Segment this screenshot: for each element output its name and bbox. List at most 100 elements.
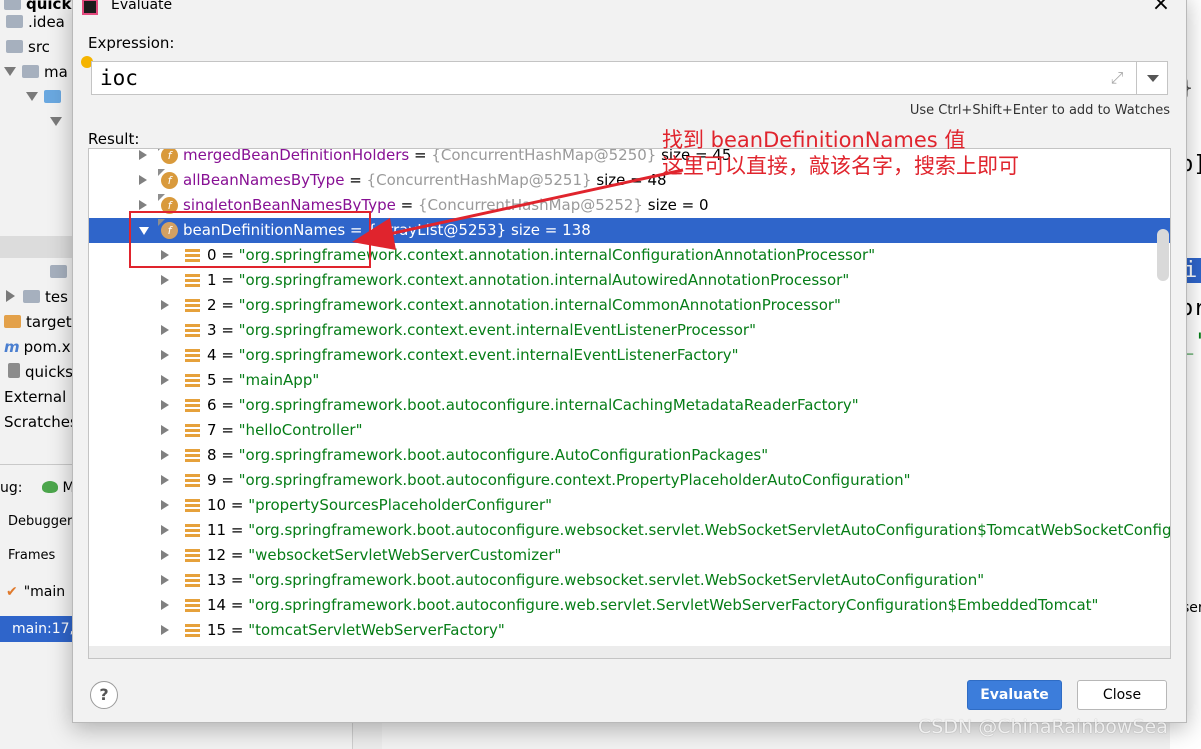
chevron-right-icon[interactable] [139,150,147,160]
chevron-down-icon[interactable] [139,227,149,235]
tree-item-resources[interactable] [50,260,72,285]
vertical-scrollbar-thumb[interactable] [1157,229,1169,281]
chevron-right-icon[interactable] [161,575,169,585]
help-button[interactable]: ? [90,681,118,709]
tree-row-element[interactable]: 13 = "org.springframework.boot.autoconfi… [89,568,1170,593]
element-text: 13 = "org.springframework.boot.autoconfi… [207,571,985,589]
tree-item-scratches[interactable]: Scratches [4,410,78,435]
tree-row-field[interactable]: f beanDefinitionNames = {ArrayList@5253} … [89,218,1170,243]
tree-row-field[interactable]: f singletonBeanNamesByType = {ConcurrentH… [89,193,1170,218]
chevron-right-icon[interactable] [139,175,147,185]
evaluate-button[interactable]: Evaluate [967,680,1062,710]
tree-row-element[interactable]: 5 = "mainApp" [89,368,1170,393]
tree-row-field[interactable]: f mergedBeanDefinitionHolders = {Concurre… [89,148,1170,168]
chevron-right-icon[interactable] [161,525,169,535]
folder-icon [44,90,61,103]
chevron-right-icon[interactable] [161,625,169,635]
element-index: 2 [207,296,217,314]
chevron-right-icon[interactable] [161,325,169,335]
result-label: Result: [88,130,140,148]
tree-item-test[interactable]: tes [6,285,68,310]
tree-row-element[interactable]: 4 = "org.springframework.context.event.i… [89,343,1170,368]
tree-row-element[interactable]: 3 = "org.springframework.context.event.i… [89,318,1170,343]
tree-row-element[interactable]: 10 = "propertySourcesPlaceholderConfigur… [89,493,1170,518]
element-value: "tomcatServletWebServerFactory" [248,621,505,639]
horizontal-scrollbar[interactable] [89,646,1170,658]
chevron-right-icon[interactable] [161,350,169,360]
close-icon[interactable]: × [1148,0,1174,19]
element-value: "org.springframework.boot.autoconfigure.… [248,571,985,589]
element-value: "org.springframework.context.event.inter… [238,321,756,339]
tree-row-field[interactable]: f allBeanNamesByType = {ConcurrentHashMap… [89,168,1170,193]
tree-item-src[interactable]: src [6,35,50,60]
array-element-icon [185,524,200,537]
element-index: 4 [207,346,217,364]
tree-item-package[interactable] [50,110,68,135]
chevron-right-icon[interactable] [161,375,169,385]
tree-item-target[interactable]: target [4,310,72,335]
chevron-down-icon[interactable] [4,67,16,76]
element-value: "org.springframework.boot.autoconfigure.… [238,471,911,489]
tree-row-element[interactable]: 2 = "org.springframework.context.annotat… [89,293,1170,318]
field-size: size = 45 [661,148,732,164]
dialog-title-bar[interactable]: Evaluate × [73,0,1186,21]
chevron-down-icon[interactable] [50,117,62,126]
close-button[interactable]: Close [1077,680,1167,710]
chevron-right-icon[interactable] [161,475,169,485]
array-element-icon [185,549,200,562]
chevron-right-icon[interactable] [161,550,169,560]
element-text: 0 = "org.springframework.context.annotat… [207,246,876,264]
field-size: size = 48 [596,171,667,189]
result-tree[interactable]: f mergedBeanDefinitionHolders = {Concurre… [88,148,1171,659]
tree-item-main[interactable]: ma [4,60,68,85]
folder-icon [22,65,39,78]
element-value: "propertySourcesPlaceholderConfigurer" [248,496,553,514]
field-icon: f [161,197,178,214]
history-dropdown-button[interactable] [1136,62,1168,94]
tree-item-iml[interactable]: quicks [8,360,73,385]
tree-item-java[interactable] [26,85,66,110]
scrollbar-fragment [352,720,382,749]
tree-row-element[interactable]: 7 = "helloController" [89,418,1170,443]
chevron-right-icon[interactable] [161,450,169,460]
tree-row-element[interactable]: 12 = "websocketServletWebServerCustomize… [89,543,1170,568]
tree-row-element[interactable]: 14 = "org.springframework.boot.autoconfi… [89,593,1170,618]
chevron-right-icon[interactable] [161,600,169,610]
tree-row-element[interactable]: 9 = "org.springframework.boot.autoconfig… [89,468,1170,493]
field-icon: f [161,149,178,164]
chevron-right-icon[interactable] [6,290,15,302]
tree-item-external-libraries[interactable]: External L [4,385,79,410]
tree-row-element[interactable]: 6 = "org.springframework.boot.autoconfig… [89,393,1170,418]
array-element-icon [185,449,200,462]
chevron-right-icon[interactable] [161,400,169,410]
element-text: 11 = "org.springframework.boot.autoconfi… [207,518,1170,543]
field-size: size = 138 [510,221,591,239]
tree-item-idea[interactable]: .idea [6,10,65,35]
tree-row-element[interactable]: 11 = "org.springframework.boot.autoconfi… [89,518,1170,543]
expression-input[interactable] [100,62,1100,94]
chevron-right-icon[interactable] [161,300,169,310]
element-index: 7 [207,421,217,439]
field-name: allBeanNamesByType [183,171,345,189]
element-value: "org.springframework.context.annotation.… [238,296,841,314]
tree-row-element[interactable]: 8 = "org.springframework.boot.autoconfig… [89,443,1170,468]
watermark: CSDN @ChinaRainbowSea [918,716,1168,738]
tree-row-element[interactable]: 0 = "org.springframework.context.annotat… [89,243,1170,268]
element-text: 7 = "helloController" [207,421,363,439]
chevron-right-icon[interactable] [139,200,147,210]
field-value: {ConcurrentHashMap@5251} [366,171,592,189]
folder-icon [50,265,67,278]
chevron-right-icon[interactable] [161,250,169,260]
chevron-right-icon[interactable] [161,500,169,510]
chevron-down-icon[interactable] [26,92,38,101]
spring-icon [42,481,59,493]
expand-icon[interactable]: ⤢ [1108,69,1126,87]
tree-item-pom[interactable]: m pom.x [4,335,71,360]
element-text: 1 = "org.springframework.context.annotat… [207,271,850,289]
tree-row-element[interactable]: 15 = "tomcatServletWebServerFactory" [89,618,1170,643]
chevron-right-icon[interactable] [161,275,169,285]
tree-row-element[interactable]: 1 = "org.springframework.context.annotat… [89,268,1170,293]
chevron-right-icon[interactable] [161,425,169,435]
folder-icon [4,315,21,328]
field-size: size = 0 [647,196,709,214]
